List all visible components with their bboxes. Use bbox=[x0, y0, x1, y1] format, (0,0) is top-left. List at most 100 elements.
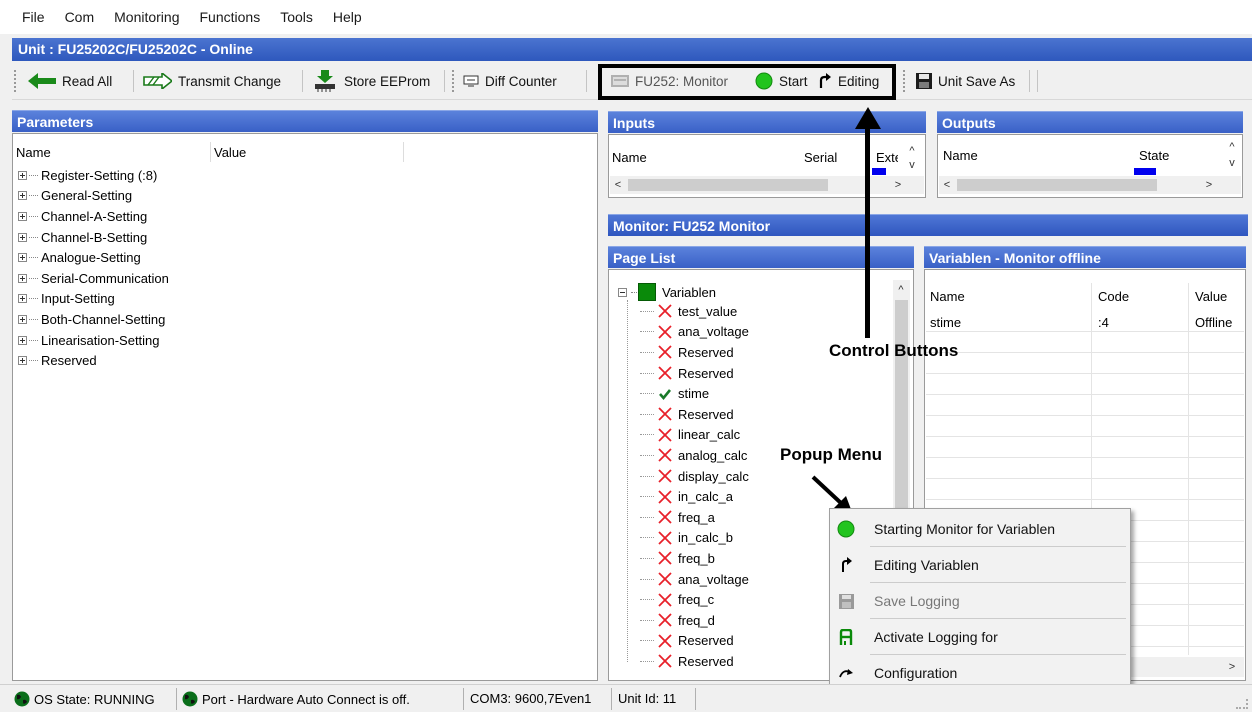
outputs-col-name[interactable]: Name bbox=[943, 148, 978, 163]
resize-grip[interactable] bbox=[1236, 699, 1248, 709]
parameter-tree-item[interactable]: Serial-Communication bbox=[18, 268, 169, 289]
tree-line bbox=[640, 619, 654, 621]
tree-line bbox=[640, 496, 654, 498]
expand-icon[interactable] bbox=[18, 356, 27, 366]
page-list-item[interactable]: Reserved bbox=[640, 342, 749, 363]
page-list-item[interactable]: display_calc bbox=[640, 466, 749, 487]
scroll-up-button[interactable]: ^ bbox=[893, 282, 909, 298]
scroll-down-button[interactable]: v bbox=[1224, 156, 1240, 170]
parameter-tree-item[interactable]: Both-Channel-Setting bbox=[18, 309, 169, 330]
page-list-item[interactable]: in_calc_a bbox=[640, 486, 749, 507]
page-list-item[interactable]: Reserved bbox=[640, 363, 749, 384]
scroll-right-button[interactable]: > bbox=[1224, 659, 1240, 675]
page-list-root[interactable]: Variablen bbox=[618, 283, 716, 301]
scroll-up-button[interactable]: ^ bbox=[1224, 140, 1240, 154]
expand-icon[interactable] bbox=[18, 170, 27, 180]
unit-save-as-button[interactable]: Unit Save As bbox=[916, 68, 1015, 94]
var-cell-name: stime bbox=[930, 315, 962, 330]
var-col-value[interactable]: Value bbox=[1195, 289, 1227, 304]
scroll-left-button[interactable]: < bbox=[939, 177, 955, 193]
diff-counter-button[interactable]: Diff Counter bbox=[463, 68, 557, 94]
parameter-label: Channel-A-Setting bbox=[41, 208, 148, 224]
param-col-value[interactable]: Value bbox=[214, 145, 246, 160]
parameter-tree-item[interactable]: Analogue-Setting bbox=[18, 247, 169, 268]
parameter-tree-item[interactable]: Reserved bbox=[18, 350, 169, 371]
page-list-item[interactable]: Reserved bbox=[640, 631, 749, 652]
inputs-col-serial[interactable]: Serial bbox=[804, 150, 837, 165]
page-list-item[interactable]: stime bbox=[640, 383, 749, 404]
transmit-change-button[interactable]: Transmit Change bbox=[142, 68, 281, 94]
scroll-up-button[interactable]: ^ bbox=[904, 144, 920, 158]
parameter-tree-item[interactable]: Input-Setting bbox=[18, 289, 169, 310]
parameter-tree-item[interactable]: Linearisation-Setting bbox=[18, 330, 169, 351]
scroll-right-button[interactable]: > bbox=[1201, 177, 1217, 193]
parameter-tree-item[interactable]: General-Setting bbox=[18, 186, 169, 207]
parameter-tree-item[interactable]: Register-Setting (:8) bbox=[18, 165, 169, 186]
page-list-item[interactable]: freq_c bbox=[640, 589, 749, 610]
menu-item-activate-logging[interactable]: Activate Logging for bbox=[830, 619, 1130, 655]
expand-icon[interactable] bbox=[18, 294, 27, 304]
popup-menu: Starting Monitor for Variablen Editing V… bbox=[829, 508, 1131, 688]
parameter-tree-item[interactable]: Channel-A-Setting bbox=[18, 206, 169, 227]
page-list-item[interactable]: ana_voltage bbox=[640, 569, 749, 590]
menu-item-editing[interactable]: Editing Variablen bbox=[830, 547, 1130, 583]
variable-label: freq_b bbox=[678, 550, 715, 566]
menu-tools[interactable]: Tools bbox=[280, 9, 313, 25]
toolbar-grip[interactable] bbox=[452, 70, 455, 92]
menu-item-start-monitor[interactable]: Starting Monitor for Variablen bbox=[830, 511, 1130, 547]
collapse-icon[interactable] bbox=[618, 287, 627, 297]
tree-line bbox=[640, 578, 654, 580]
page-list-item[interactable]: freq_b bbox=[640, 548, 749, 569]
toolbar-grip[interactable] bbox=[903, 70, 906, 92]
scroll-left-button[interactable]: < bbox=[610, 177, 626, 193]
parameter-tree-item[interactable]: Channel-B-Setting bbox=[18, 227, 169, 248]
inputs-col-name[interactable]: Name bbox=[612, 150, 647, 165]
page-list-item[interactable]: freq_a bbox=[640, 507, 749, 528]
scroll-right-button[interactable]: > bbox=[890, 177, 906, 193]
read-all-button[interactable]: Read All bbox=[28, 68, 112, 94]
expand-icon[interactable] bbox=[18, 335, 27, 345]
menu-help[interactable]: Help bbox=[333, 9, 362, 25]
page-list-item[interactable]: freq_d bbox=[640, 610, 749, 631]
menu-functions[interactable]: Functions bbox=[200, 9, 261, 25]
store-eeprom-button[interactable]: Store EEProm bbox=[312, 68, 430, 94]
grid-row-line bbox=[926, 415, 1244, 416]
floppy-disk-icon bbox=[916, 73, 932, 89]
expand-icon[interactable] bbox=[18, 273, 27, 283]
scroll-down-button[interactable]: v bbox=[904, 158, 920, 172]
expand-icon[interactable] bbox=[18, 191, 27, 201]
tree-line bbox=[640, 660, 654, 662]
scroll-thumb[interactable] bbox=[957, 179, 1157, 191]
toolbar-grip[interactable] bbox=[14, 70, 17, 92]
menu-monitoring[interactable]: Monitoring bbox=[114, 9, 179, 25]
page-list-item[interactable]: Reserved bbox=[640, 404, 749, 425]
expand-icon[interactable] bbox=[18, 232, 27, 242]
outputs-hscrollbar[interactable]: < > bbox=[939, 176, 1241, 194]
page-list-item[interactable]: Reserved bbox=[640, 651, 749, 672]
chip-download-icon bbox=[315, 70, 335, 92]
expand-icon[interactable] bbox=[18, 211, 27, 221]
grid-row-line bbox=[926, 331, 1244, 332]
variable-label: freq_d bbox=[678, 612, 715, 628]
scroll-thumb[interactable] bbox=[628, 179, 828, 191]
expand-icon[interactable] bbox=[18, 253, 27, 263]
menu-file[interactable]: File bbox=[22, 9, 45, 25]
variable-label: Reserved bbox=[678, 406, 734, 422]
menu-com[interactable]: Com bbox=[65, 9, 95, 25]
page-list-item[interactable]: ana_voltage bbox=[640, 322, 749, 343]
toolbar-separator bbox=[586, 70, 587, 92]
expand-icon[interactable] bbox=[18, 314, 27, 324]
page-list-item[interactable]: test_value bbox=[640, 301, 749, 322]
param-col-name[interactable]: Name bbox=[16, 145, 51, 160]
var-col-name[interactable]: Name bbox=[930, 289, 965, 304]
page-list-item[interactable]: analog_calc bbox=[640, 445, 749, 466]
red-x-icon bbox=[658, 448, 672, 463]
page-list-item[interactable]: in_calc_b bbox=[640, 528, 749, 549]
outputs-col-state[interactable]: State bbox=[1139, 148, 1169, 163]
inputs-col-extern[interactable]: Extern bbox=[876, 150, 898, 165]
menu-item-save-logging[interactable]: Save Logging bbox=[830, 583, 1130, 619]
control-buttons-highlight bbox=[598, 64, 896, 100]
page-list-item[interactable]: linear_calc bbox=[640, 425, 749, 446]
inputs-hscrollbar[interactable]: < > bbox=[610, 176, 924, 194]
var-col-code[interactable]: Code bbox=[1098, 289, 1129, 304]
